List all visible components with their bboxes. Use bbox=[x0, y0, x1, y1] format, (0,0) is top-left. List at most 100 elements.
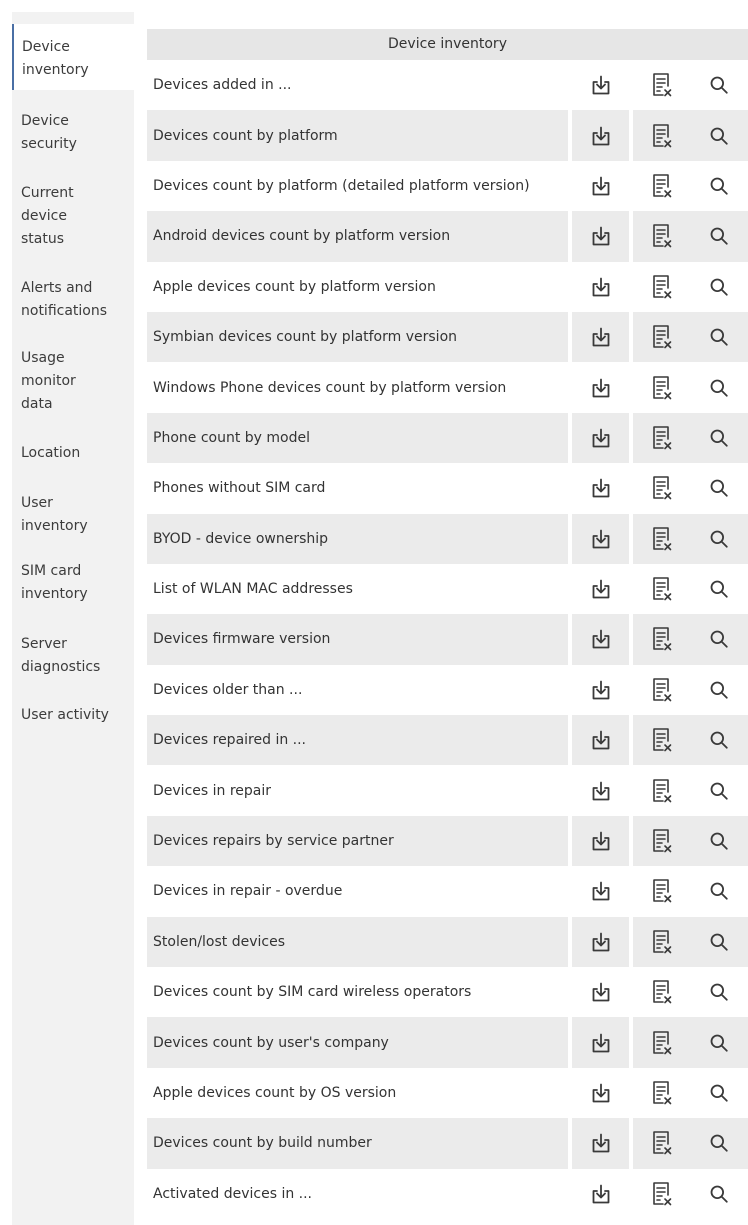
export-button[interactable] bbox=[572, 1118, 629, 1169]
report-delete-button[interactable] bbox=[633, 967, 690, 1017]
view-report-button[interactable] bbox=[690, 916, 748, 968]
export-button[interactable] bbox=[572, 161, 629, 211]
export-button[interactable] bbox=[572, 815, 629, 867]
export-button[interactable] bbox=[572, 916, 629, 968]
report-name[interactable]: BYOD - device ownership bbox=[147, 513, 568, 564]
report-delete-button[interactable] bbox=[633, 463, 690, 513]
view-report-button[interactable] bbox=[690, 564, 748, 614]
export-button[interactable] bbox=[572, 311, 629, 363]
export-button[interactable] bbox=[572, 564, 629, 614]
sidebar-item-alerts-and-notifications[interactable]: Alerts and notifications bbox=[12, 271, 134, 329]
export-button[interactable] bbox=[572, 211, 629, 262]
report-name[interactable]: List of WLAN MAC addresses bbox=[147, 564, 568, 614]
export-button[interactable] bbox=[572, 463, 629, 513]
view-report-button[interactable] bbox=[690, 1169, 748, 1219]
view-report-button[interactable] bbox=[690, 765, 748, 815]
report-delete-button[interactable] bbox=[633, 412, 690, 464]
view-report-button[interactable] bbox=[690, 715, 748, 766]
export-button[interactable] bbox=[572, 362, 629, 412]
report-delete-button[interactable] bbox=[633, 665, 690, 715]
report-name[interactable]: Windows Phone devices count by platform … bbox=[147, 362, 568, 412]
view-report-button[interactable] bbox=[690, 211, 748, 262]
report-delete-button[interactable] bbox=[633, 211, 690, 262]
export-button[interactable] bbox=[572, 262, 629, 312]
sidebar-item-device-security[interactable]: Device security bbox=[12, 104, 134, 162]
export-button[interactable] bbox=[572, 513, 629, 564]
report-name[interactable]: Phone count by model bbox=[147, 412, 568, 464]
report-name[interactable]: Devices repairs by service partner bbox=[147, 815, 568, 867]
report-name[interactable]: Devices in repair bbox=[147, 765, 568, 815]
view-report-button[interactable] bbox=[690, 60, 748, 110]
sidebar-item-server-diagnostics[interactable]: Server diagnostics bbox=[12, 627, 134, 685]
view-report-button[interactable] bbox=[690, 815, 748, 867]
report-delete-button[interactable] bbox=[633, 1017, 690, 1068]
view-report-button[interactable] bbox=[690, 665, 748, 715]
export-button[interactable] bbox=[572, 866, 629, 916]
report-delete-button[interactable] bbox=[633, 362, 690, 412]
report-delete-button[interactable] bbox=[633, 60, 690, 110]
report-name[interactable]: Apple devices count by platform version bbox=[147, 262, 568, 312]
view-report-button[interactable] bbox=[690, 967, 748, 1017]
report-delete-button[interactable] bbox=[633, 715, 690, 766]
view-report-button[interactable] bbox=[690, 161, 748, 211]
report-delete-button[interactable] bbox=[633, 765, 690, 815]
report-delete-button[interactable] bbox=[633, 110, 690, 161]
export-button[interactable] bbox=[572, 110, 629, 161]
sidebar-item-sim-card-inventory[interactable]: SIM card inventory bbox=[12, 554, 134, 612]
report-delete-button[interactable] bbox=[633, 311, 690, 363]
view-report-button[interactable] bbox=[690, 614, 748, 665]
report-delete-button[interactable] bbox=[633, 614, 690, 665]
sidebar-item-current-device-status[interactable]: Current device status bbox=[12, 176, 134, 257]
export-button[interactable] bbox=[572, 614, 629, 665]
sidebar-item-device-inventory[interactable]: Device inventory bbox=[12, 24, 134, 90]
export-button[interactable] bbox=[572, 1017, 629, 1068]
report-delete-button[interactable] bbox=[633, 161, 690, 211]
view-report-button[interactable] bbox=[690, 463, 748, 513]
report-delete-button[interactable] bbox=[633, 564, 690, 614]
report-name[interactable]: Devices added in ... bbox=[147, 60, 568, 110]
view-report-button[interactable] bbox=[690, 412, 748, 464]
report-name[interactable]: Devices count by build number bbox=[147, 1118, 568, 1169]
export-button[interactable] bbox=[572, 1169, 629, 1219]
view-report-button[interactable] bbox=[690, 866, 748, 916]
export-button[interactable] bbox=[572, 765, 629, 815]
report-delete-button[interactable] bbox=[633, 916, 690, 968]
export-button[interactable] bbox=[572, 665, 629, 715]
sidebar-item-location[interactable]: Location bbox=[12, 436, 134, 471]
export-button[interactable] bbox=[572, 412, 629, 464]
report-name[interactable]: Devices older than ... bbox=[147, 665, 568, 715]
report-delete-button[interactable] bbox=[633, 513, 690, 564]
report-name[interactable]: Devices count by user's company bbox=[147, 1017, 568, 1068]
report-name[interactable]: Devices firmware version bbox=[147, 614, 568, 665]
report-name[interactable]: Stolen/lost devices bbox=[147, 916, 568, 968]
view-report-button[interactable] bbox=[690, 262, 748, 312]
report-name[interactable]: Devices count by platform (detailed plat… bbox=[147, 161, 568, 211]
report-name[interactable]: Phones without SIM card bbox=[147, 463, 568, 513]
report-name[interactable]: Devices in repair - overdue bbox=[147, 866, 568, 916]
sidebar-item-usage-monitor-data[interactable]: Usage monitor data bbox=[12, 341, 134, 422]
report-name[interactable]: Activated devices in ... bbox=[147, 1169, 568, 1219]
sidebar-item-user-activity[interactable]: User activity bbox=[12, 698, 134, 733]
export-button[interactable] bbox=[572, 60, 629, 110]
view-report-button[interactable] bbox=[690, 311, 748, 363]
report-delete-button[interactable] bbox=[633, 262, 690, 312]
report-name[interactable]: Devices count by SIM card wireless opera… bbox=[147, 967, 568, 1017]
report-name[interactable]: Android devices count by platform versio… bbox=[147, 211, 568, 262]
report-delete-button[interactable] bbox=[633, 1118, 690, 1169]
report-delete-button[interactable] bbox=[633, 866, 690, 916]
export-button[interactable] bbox=[572, 967, 629, 1017]
report-delete-button[interactable] bbox=[633, 1169, 690, 1219]
export-button[interactable] bbox=[572, 715, 629, 766]
view-report-button[interactable] bbox=[690, 1118, 748, 1169]
report-name[interactable]: Devices count by platform bbox=[147, 110, 568, 161]
report-name[interactable]: Apple devices count by OS version bbox=[147, 1068, 568, 1118]
view-report-button[interactable] bbox=[690, 513, 748, 564]
report-delete-button[interactable] bbox=[633, 815, 690, 867]
report-delete-button[interactable] bbox=[633, 1068, 690, 1118]
view-report-button[interactable] bbox=[690, 1017, 748, 1068]
report-name[interactable]: Devices repaired in ... bbox=[147, 715, 568, 766]
view-report-button[interactable] bbox=[690, 362, 748, 412]
sidebar-item-user-inventory[interactable]: User inventory bbox=[12, 486, 134, 544]
view-report-button[interactable] bbox=[690, 110, 748, 161]
export-button[interactable] bbox=[572, 1068, 629, 1118]
